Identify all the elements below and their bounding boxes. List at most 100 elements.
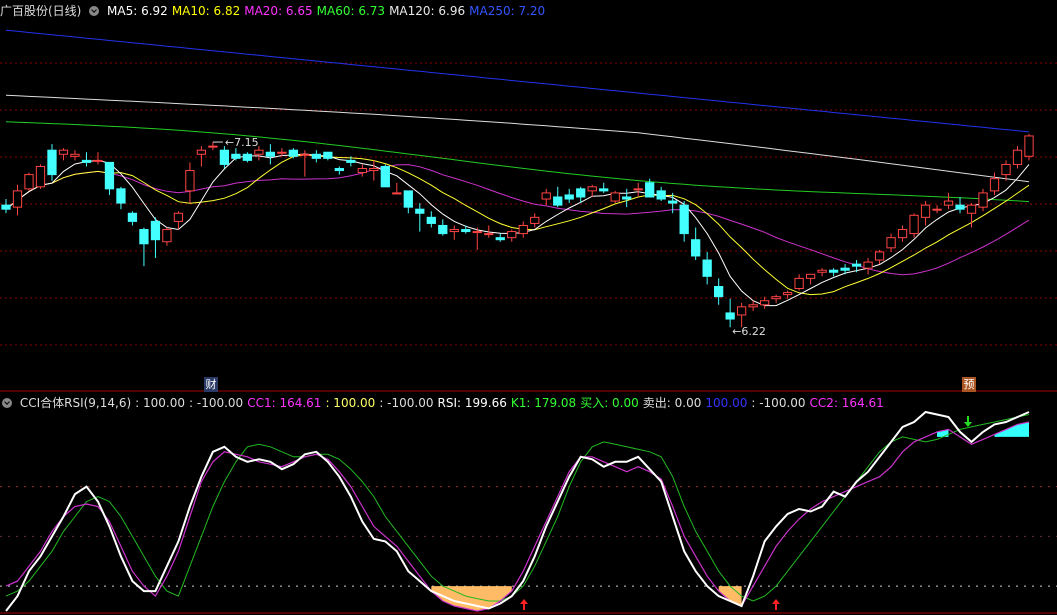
candle	[311, 150, 321, 163]
candle-body-down	[622, 196, 632, 200]
candle-body-up	[794, 277, 804, 290]
oversold-fill	[718, 586, 742, 606]
candle-body-up	[897, 229, 908, 239]
indicator-legend: CCI合体RSI(9,14,6): 100.00: -100.00 CC1: 16…	[20, 396, 888, 410]
candle	[242, 152, 253, 163]
candle-body-up	[1024, 135, 1034, 157]
candle	[93, 152, 103, 165]
buy-arrow-icon	[520, 599, 528, 610]
indicator-legend-item: 100.00	[705, 396, 748, 410]
candle	[1001, 160, 1011, 181]
candle	[989, 172, 1000, 195]
candle	[438, 219, 448, 236]
candle	[24, 172, 34, 191]
candle-body-down	[553, 196, 563, 206]
candle	[587, 184, 597, 197]
candle	[530, 213, 540, 228]
candle	[541, 188, 551, 206]
candle-body-down	[668, 200, 678, 204]
ma-legend-item: MA20: 6.65	[244, 4, 313, 18]
candle	[932, 205, 942, 214]
candle	[47, 144, 57, 181]
candle-body-up	[254, 149, 264, 155]
candle-body-down	[104, 161, 115, 190]
candle-body-up	[748, 304, 758, 308]
candle	[35, 164, 46, 189]
candle	[323, 151, 333, 161]
candle	[104, 161, 115, 195]
candle	[771, 294, 781, 303]
candle	[1012, 146, 1023, 169]
forecast-badge[interactable]: 预	[962, 377, 976, 392]
candle-body-down	[725, 312, 735, 320]
candle-body-up	[277, 151, 287, 154]
candle-body-down	[116, 188, 126, 204]
financial-report-badge[interactable]: 财	[204, 377, 218, 392]
candle	[70, 150, 80, 161]
candle-body-down	[495, 237, 505, 241]
candle-body-up	[472, 231, 482, 234]
candle-body-down	[415, 208, 425, 214]
candle-body-up	[737, 306, 747, 316]
ma-legend-item: MA250: 7.20	[469, 4, 546, 18]
buy-arrow-icon	[772, 599, 780, 610]
candle-body-down	[81, 159, 92, 163]
candle-body-down	[426, 216, 436, 224]
candle-body-up	[771, 296, 781, 300]
candle-body-down	[656, 190, 666, 200]
candle-body-down	[702, 259, 712, 277]
ma-legend: MA5: 6.92 MA10: 6.82 MA20: 6.65 MA60: 6.73 M…	[107, 4, 549, 18]
candle	[679, 201, 689, 242]
candle-body-down	[288, 149, 298, 157]
candle-body-down	[438, 224, 448, 235]
candle-body-up	[1012, 149, 1023, 165]
candle	[553, 186, 563, 208]
candle	[702, 251, 712, 285]
candle	[863, 258, 873, 275]
candle	[518, 221, 528, 238]
candle-body-up	[12, 190, 23, 208]
ma-legend-item: MA120: 6.96	[389, 4, 466, 18]
candle-body-down	[380, 165, 390, 188]
candle	[415, 203, 425, 232]
candle	[978, 188, 988, 212]
buy-arrow-icon-head	[520, 599, 528, 604]
moving-average-lines	[5, 29, 1030, 307]
candle-body-up	[874, 251, 885, 261]
settings-toggle-icon[interactable]	[89, 6, 100, 16]
candle-body-down	[691, 239, 701, 257]
candle-body-up	[369, 168, 379, 172]
candle	[805, 273, 816, 285]
candle-body-up	[58, 149, 69, 155]
candle	[357, 164, 367, 177]
chart-canvas: ←7.15 ←6.22	[0, 29, 1057, 614]
candle-body-down	[851, 263, 862, 267]
high-price-label: ←7.15	[225, 136, 259, 149]
candle-body-down	[311, 153, 321, 159]
candle-body-up	[208, 145, 218, 148]
candle-body-up	[863, 261, 873, 269]
k1-line	[5, 414, 1030, 602]
candle	[874, 249, 885, 265]
candle	[265, 144, 276, 165]
candle	[782, 290, 793, 299]
candle-body-up	[909, 214, 919, 235]
annotations: ←7.15 ←6.22	[212, 136, 972, 610]
indicator-series	[5, 410, 1030, 612]
indicator-toggle-icon[interactable]	[2, 398, 12, 408]
main-chart-header: 广百股份(日线) MA5: 6.92 MA10: 6.82 MA20: 6.65 MA…	[0, 1, 553, 21]
indicator-legend-item: : 100.00	[325, 396, 376, 410]
candle	[920, 201, 931, 226]
candle-body-down	[242, 153, 253, 161]
candle-body-down	[599, 188, 609, 192]
buy-arrow-icon-head	[772, 599, 780, 604]
candle	[81, 152, 92, 167]
candle	[369, 160, 379, 181]
candle-body-down	[334, 168, 344, 172]
candle-body-up	[989, 178, 1000, 192]
ma-legend-item: MA5: 6.92	[107, 4, 168, 18]
candle	[714, 278, 724, 305]
candle	[691, 227, 701, 261]
candle-body-down	[564, 194, 574, 200]
candle	[633, 182, 643, 197]
